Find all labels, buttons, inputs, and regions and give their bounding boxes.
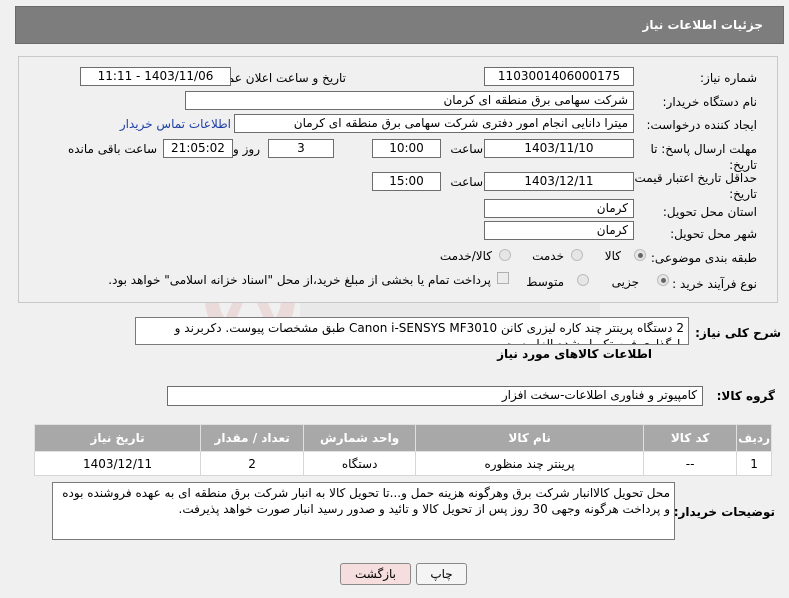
category-label: طبقه بندی موضوعی: [650,251,757,265]
back-button[interactable]: بازگشت [340,563,411,585]
days-field: 3 [268,139,334,158]
creator-label: ایجاد کننده درخواست: [646,118,757,132]
need-date-cell: 1403/12/11 [33,451,202,476]
deadline-time-label: ساعت [450,142,483,156]
need-number-field: 1103001406000175 [484,67,634,86]
column-header-row: ردیف [736,424,772,452]
process-radio-minor[interactable] [657,274,669,286]
price-validity-time-field: 15:00 [372,172,441,191]
print-button[interactable]: چاپ [416,563,467,585]
category-radio-goods[interactable] [634,249,646,261]
goods-section-title: اطلاعات کالاهای مورد نیاز [497,347,652,361]
category-radio-service[interactable] [571,249,583,261]
remaining-time-label: ساعت باقی مانده [67,142,157,156]
buyer-notes-field: محل تحویل کالاانبار شرکت برق وهرگونه هزی… [52,482,675,540]
buyer-notes-label: توضیحات خریدار: [673,505,775,519]
goods-table-header: ردیف کد کالا نام کالا واحد شمارش تعداد /… [33,424,772,452]
goods-group-field: کامپیوتر و فناوری اطلاعات-سخت افزار [167,386,703,406]
days-label: روز و [233,142,260,156]
category-option-service: خدمت [532,249,564,263]
column-header-date: تاریخ نیاز [33,424,202,452]
treasury-payment-note: پرداخت تمام یا بخشی از مبلغ خرید،از محل … [108,273,491,287]
process-radio-medium[interactable] [577,274,589,286]
price-validity-date-field: 1403/12/11 [484,172,634,191]
table-row: 1 -- پرینتر چند منظوره دستگاه 2 1403/12/… [33,451,772,476]
price-validity-label: حداقل تاریخ اعتبار قیمت: تا تاریخ: [619,171,757,201]
remaining-time-field: 21:05:02 [163,139,233,158]
column-header-name: نام کالا [415,424,645,452]
column-header-code: کد کالا [643,424,738,452]
need-number-label: شماره نیاز: [700,71,757,85]
column-header-qty: تعداد / مقدار [200,424,305,452]
goods-name-cell: پرینتر چند منظوره [415,451,645,476]
description-label: شرح کلی نیاز: [695,326,781,340]
description-field: 2 دستگاه پرینتر چند کاره لیزری کانن Cano… [135,317,689,345]
deadline-label: مهلت ارسال پاسخ: تا تاریخ: [650,142,757,172]
buyer-contact-link[interactable]: اطلاعات تماس خریدار [120,117,231,131]
goods-code-cell: -- [643,451,738,476]
buyer-name-label: نام دستگاه خریدار: [662,95,758,109]
category-option-goods: کالا [604,249,621,263]
buyer-name-field: شرکت سهامی برق منطقه ای کرمان [185,91,634,110]
creator-field: میترا دانایی انجام امور دفتری شرکت سهامی… [234,114,634,133]
row-number-cell: 1 [736,451,772,476]
province-field: کرمان [484,199,634,218]
category-option-goods-service: کالا/خدمت [439,249,492,263]
category-radio-goods-service[interactable] [499,249,511,261]
process-option-minor: جزیی [611,275,639,289]
unit-cell: دستگاه [303,451,417,476]
deadline-date-field: 1403/11/10 [484,139,634,158]
treasury-payment-checkbox[interactable] [497,272,509,284]
goods-group-label: گروه کالا: [716,389,775,403]
deadline-time-field: 10:00 [372,139,441,158]
page-title: جزئیات اطلاعات نیاز [642,18,763,32]
process-option-medium: متوسط [526,275,564,289]
process-type-label: نوع فرآیند خرید : [672,277,757,291]
goods-table: ردیف کد کالا نام کالا واحد شمارش تعداد /… [33,424,772,476]
province-label: استان محل تحویل: [662,205,757,219]
page-header: جزئیات اطلاعات نیاز [15,6,784,44]
announce-date-field: 1403/11/06 - 11:11 [80,67,231,86]
quantity-cell: 2 [200,451,305,476]
city-label: شهر محل تحویل: [670,227,757,241]
city-field: کرمان [484,221,634,240]
column-header-unit: واحد شمارش [303,424,417,452]
price-validity-time-label: ساعت [450,175,483,189]
